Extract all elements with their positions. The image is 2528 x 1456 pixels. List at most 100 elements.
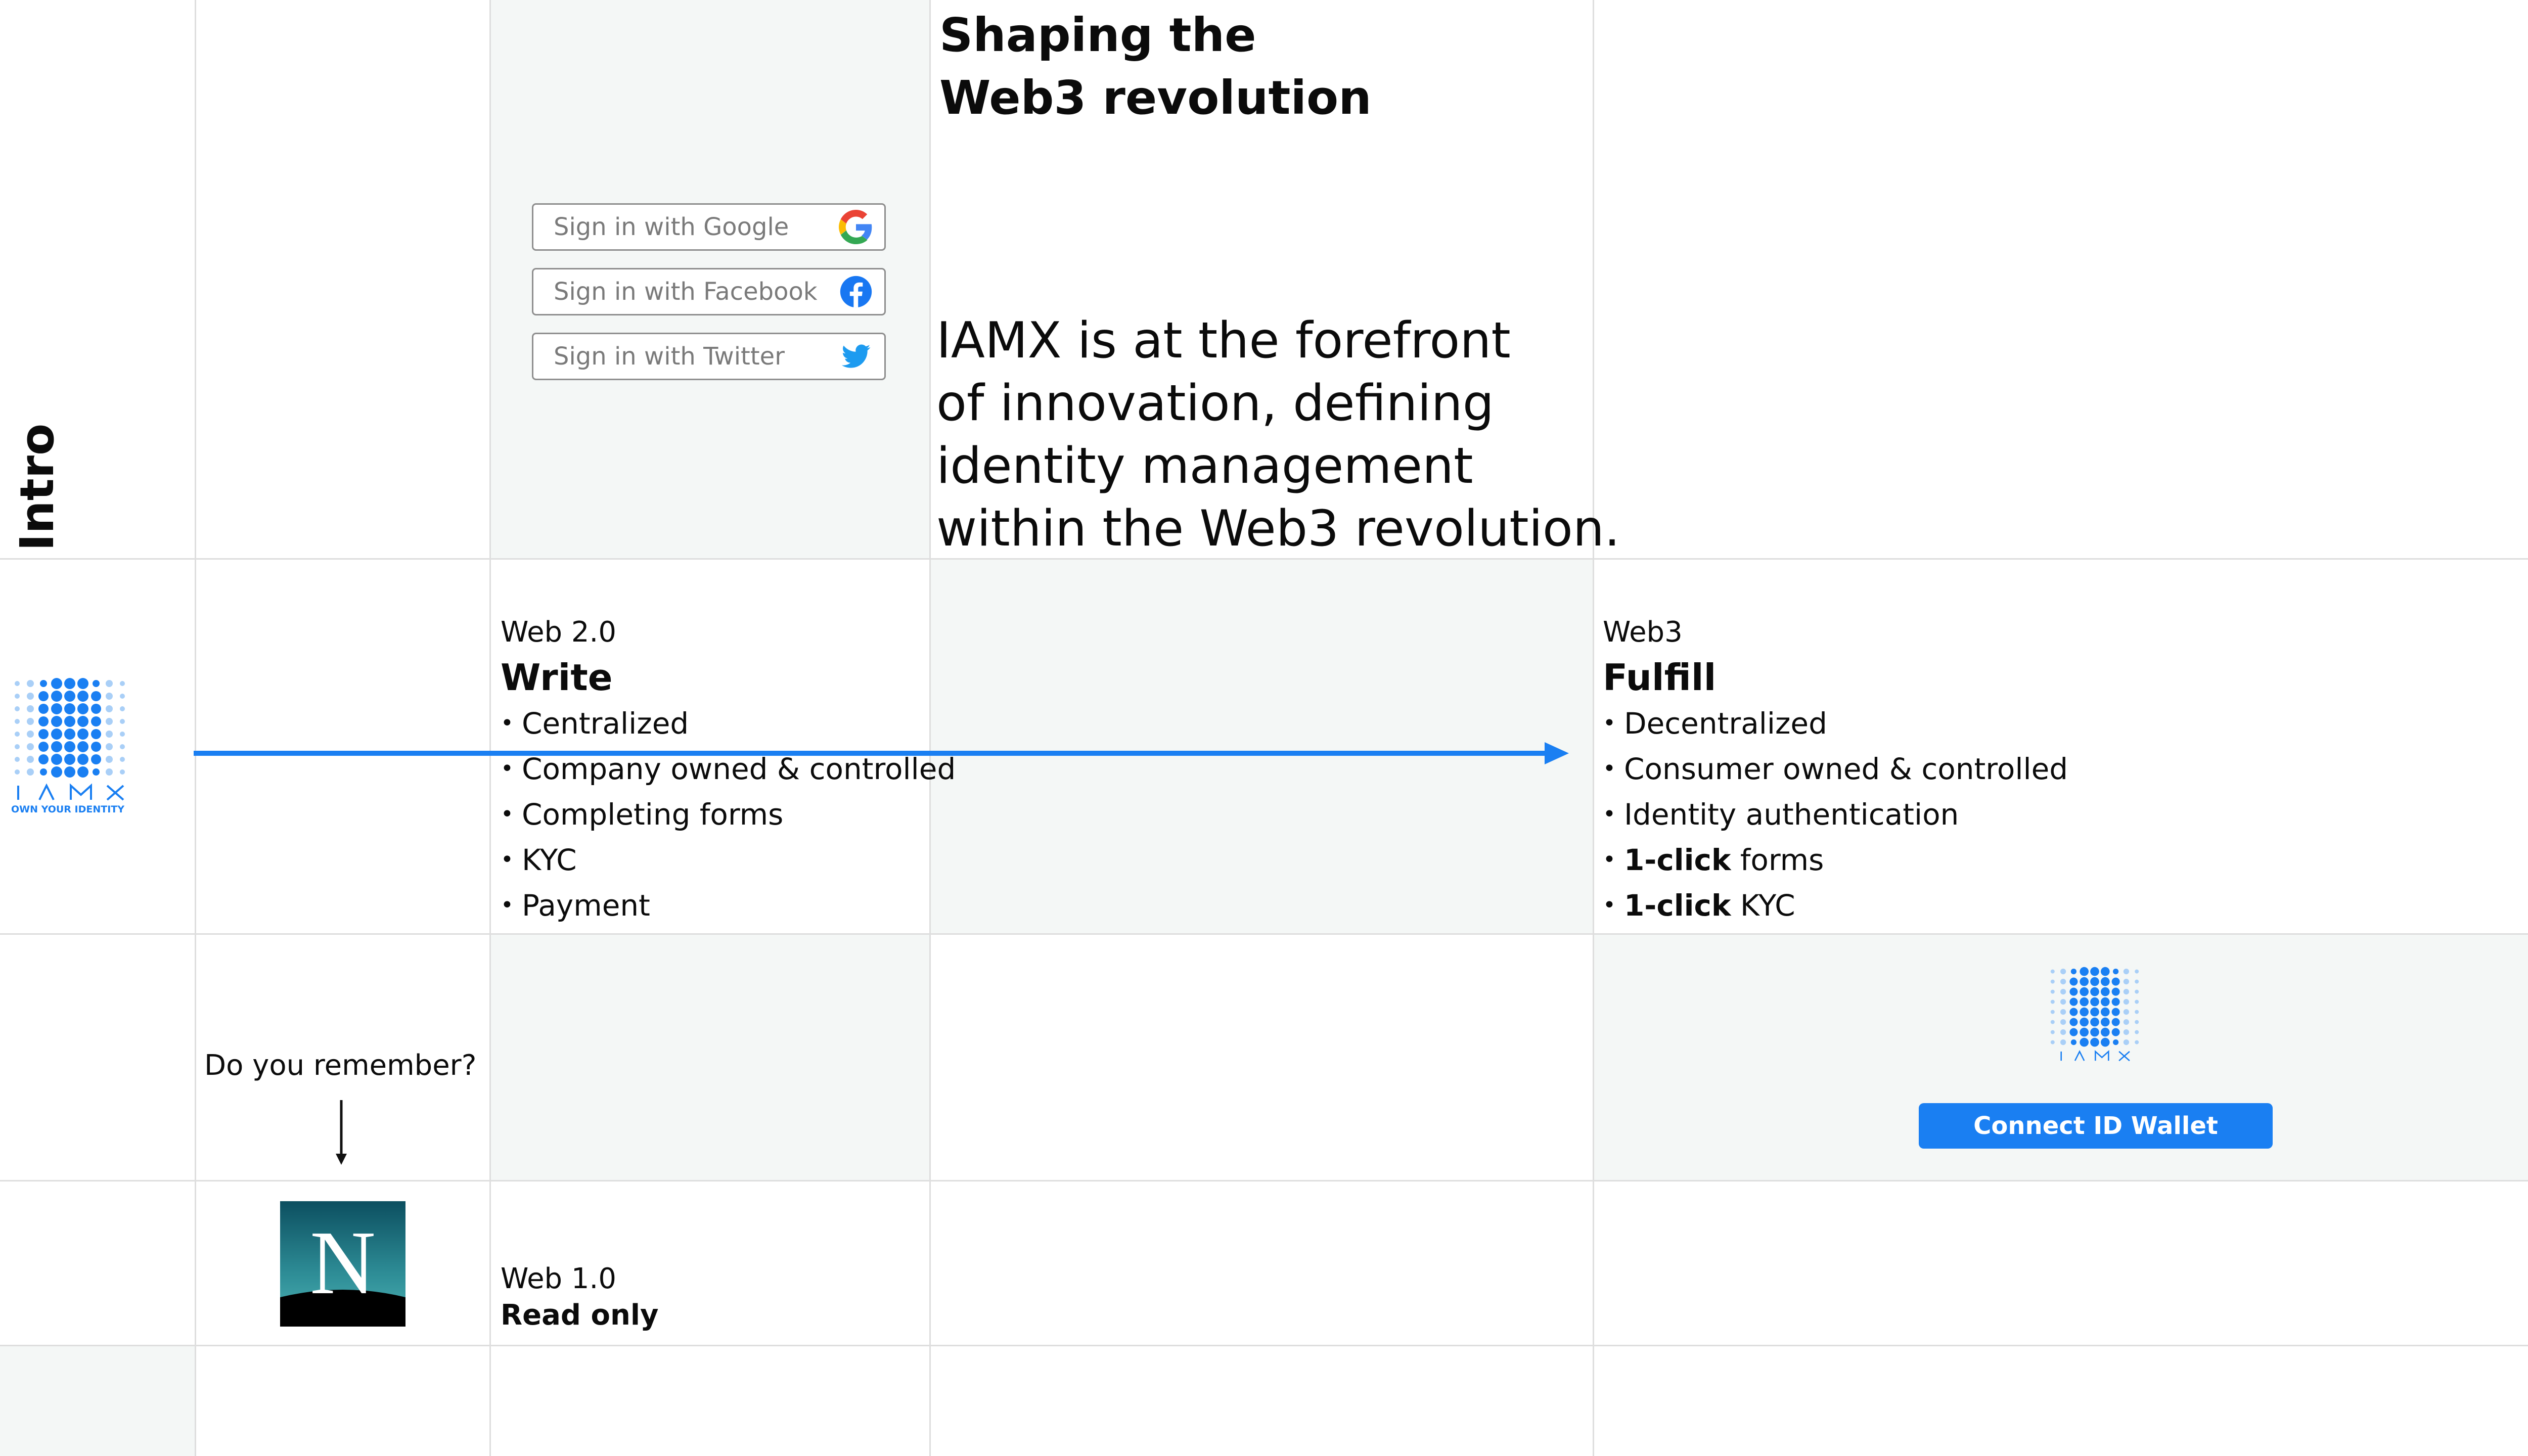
logo-dot xyxy=(2090,1017,2099,1027)
netscape-navigator-icon: N xyxy=(280,1201,405,1327)
iamx-logo-small xyxy=(2048,967,2142,1063)
logo-dot xyxy=(120,694,125,699)
google-icon xyxy=(839,210,872,244)
list-item: 1-click KYC xyxy=(1603,884,2068,930)
logo-dot xyxy=(77,729,88,740)
logo-dot xyxy=(93,680,100,687)
logo-dot xyxy=(2069,1028,2078,1036)
logo-dot xyxy=(2123,999,2129,1005)
logo-dot xyxy=(27,693,34,700)
logo-dot xyxy=(15,694,20,699)
logo-dot xyxy=(2135,989,2139,994)
logo-dot xyxy=(77,691,88,702)
logo-dot xyxy=(2111,1018,2120,1026)
logo-dot xyxy=(2060,1029,2066,1035)
iamx-tagline: OWN YOUR IDENTITY xyxy=(11,804,125,815)
logo-dot xyxy=(120,732,125,737)
logo-dot xyxy=(64,703,75,714)
logo-dot xyxy=(2080,977,2089,986)
sign-in-facebook-button[interactable]: Sign in with Facebook xyxy=(532,268,886,315)
logo-dot xyxy=(120,719,125,724)
logo-dot xyxy=(2050,989,2055,994)
shade-cell xyxy=(0,1346,195,1456)
logo-dot xyxy=(2123,1019,2129,1025)
logo-dot xyxy=(2050,1040,2055,1044)
logo-dot xyxy=(120,744,125,749)
lead-line: IAMX is at the forefront xyxy=(936,312,1511,370)
web3-label: Web3 xyxy=(1603,616,1683,649)
logo-dot xyxy=(2080,1027,2089,1037)
sign-in-twitter-label: Sign in with Twitter xyxy=(554,342,785,371)
web2-heading: Write xyxy=(501,656,613,699)
logo-dot xyxy=(51,678,62,689)
logo-dot xyxy=(27,718,34,725)
sign-in-google-button[interactable]: Sign in with Google xyxy=(532,203,886,251)
logo-dot xyxy=(2135,999,2139,1004)
logo-dot xyxy=(2101,967,2110,976)
logo-dot xyxy=(2135,1020,2139,1024)
logo-dot xyxy=(106,718,113,725)
iamx-logo: OWN YOUR IDENTITY xyxy=(11,677,132,815)
logo-dot xyxy=(51,741,62,752)
logo-dot xyxy=(2135,1010,2139,1014)
web3-list: Decentralized Consumer owned & controlle… xyxy=(1603,702,2068,930)
slide-title: Shaping the Web3 revolution xyxy=(939,8,1372,125)
logo-dot xyxy=(2090,987,2099,996)
logo-dot xyxy=(38,742,49,752)
iamx-wordmark-icon xyxy=(2060,1050,2130,1062)
logo-dot xyxy=(2101,1017,2110,1027)
list-item: Decentralized xyxy=(1603,702,2068,748)
connect-id-wallet-button[interactable]: Connect ID Wallet xyxy=(1919,1103,2273,1149)
list-item: 1-click forms xyxy=(1603,839,2068,884)
logo-dot xyxy=(106,693,113,700)
logo-dot xyxy=(2090,1007,2099,1017)
logo-dot xyxy=(64,716,75,727)
logo-dot xyxy=(27,743,34,750)
logo-dot xyxy=(15,769,20,775)
logo-dot xyxy=(106,756,113,763)
logo-dot xyxy=(51,754,62,765)
logo-dot xyxy=(15,744,20,749)
shade-cell xyxy=(490,934,930,1181)
web1-label: Web 1.0 xyxy=(501,1262,616,1295)
logo-dot xyxy=(2069,977,2078,986)
logo-dot xyxy=(93,768,100,776)
logo-dot xyxy=(2123,1009,2129,1015)
sign-in-twitter-button[interactable]: Sign in with Twitter xyxy=(532,333,886,380)
logo-dot xyxy=(51,703,62,714)
logo-dot xyxy=(2050,969,2055,974)
web2-label: Web 2.0 xyxy=(501,616,616,649)
logo-dot xyxy=(2080,997,2089,1007)
web3-block: Web3 Fulfill Decentralized Consumer owne… xyxy=(1603,614,2068,930)
logo-dot xyxy=(2111,977,2120,986)
logo-dot xyxy=(120,706,125,711)
logo-dot xyxy=(2050,979,2055,984)
logo-dot xyxy=(27,756,34,763)
logo-dot xyxy=(91,704,101,714)
logo-dot xyxy=(2070,1039,2076,1045)
logo-dot xyxy=(2123,969,2129,975)
logo-dot xyxy=(15,681,20,686)
logo-dot xyxy=(106,705,113,712)
logo-dot xyxy=(51,691,62,702)
list-item: KYC xyxy=(501,839,956,884)
logo-dot xyxy=(2050,999,2055,1004)
web2-list: Centralized Company owned & controlled C… xyxy=(501,702,956,930)
logo-dot xyxy=(2123,989,2129,995)
svg-text:N: N xyxy=(310,1212,376,1313)
list-item: Consumer owned & controlled xyxy=(1603,748,2068,793)
logo-dot xyxy=(91,742,101,752)
logo-dot xyxy=(2090,977,2099,986)
logo-dot xyxy=(2123,1029,2129,1035)
logo-dot xyxy=(2069,1018,2078,1026)
list-item: Payment xyxy=(501,884,956,930)
web2-block: Web 2.0 Write Centralized Company owned … xyxy=(501,614,956,930)
grid-line xyxy=(195,0,196,1456)
logo-dot xyxy=(2060,989,2066,995)
logo-dot xyxy=(2080,1007,2089,1017)
logo-dot xyxy=(2080,987,2089,996)
list-item: Identity authentication xyxy=(1603,793,2068,839)
logo-dot xyxy=(51,766,62,778)
sign-in-google-label: Sign in with Google xyxy=(554,213,789,241)
logo-dot xyxy=(2101,987,2110,996)
